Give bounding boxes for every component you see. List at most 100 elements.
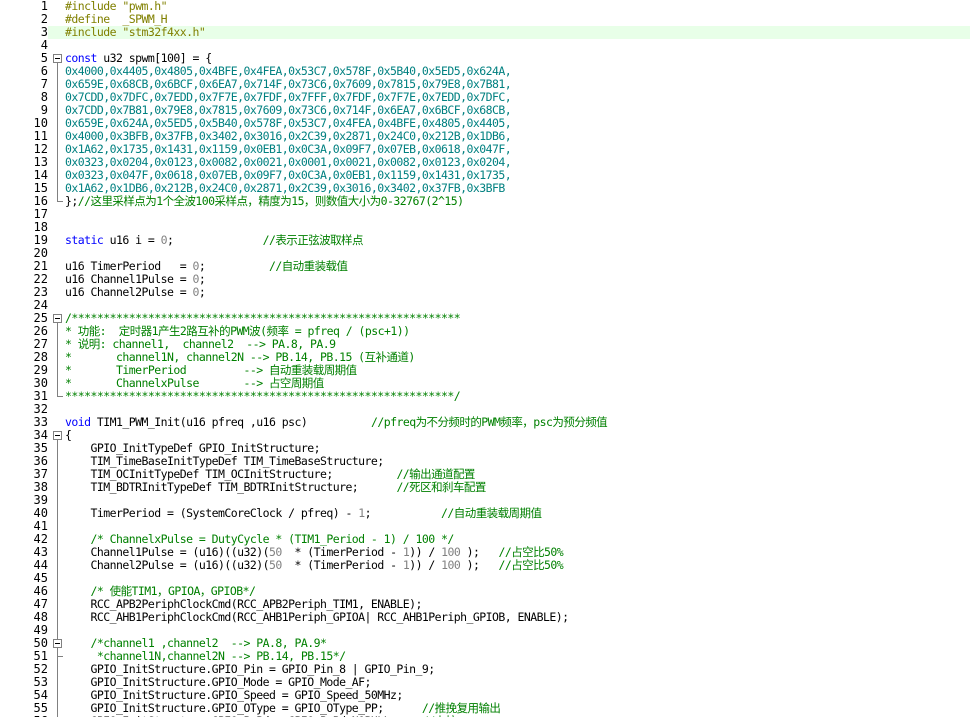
fold-gutter — [52, 117, 64, 130]
code-line[interactable]: 44 Channel2Pulse = (u16)((u32)(50 * (Tim… — [0, 559, 970, 572]
fold-gutter — [52, 650, 64, 663]
code-token: GPIO_InitStructure.GPIO_OType = GPIO_OTy… — [65, 701, 422, 715]
fold-collapse-icon[interactable] — [53, 54, 62, 63]
code-token: //这里采样点为1个全波100采样点，精度为15，则数值大小为0-32767(2… — [77, 194, 464, 208]
fold-gutter — [52, 156, 64, 169]
fold-gutter — [52, 130, 64, 143]
fold-gutter — [52, 468, 64, 481]
fold-gutter — [52, 663, 64, 676]
code-token: ****************************************… — [65, 389, 461, 403]
fold-gutter — [52, 494, 64, 507]
fold-gutter — [52, 442, 64, 455]
fold-gutter — [52, 351, 64, 364]
fold-gutter — [52, 234, 64, 247]
fold-gutter — [52, 377, 64, 390]
fold-gutter — [52, 520, 64, 533]
fold-gutter — [52, 702, 64, 715]
code-line[interactable]: 38 TIM_BDTRInitTypeDef TIM_BDTRInitStruc… — [0, 481, 970, 494]
code-line[interactable]: 31 **************************************… — [0, 390, 970, 403]
code-token: * channel1N, channel2N --> PB.14, PB.15 … — [65, 350, 415, 364]
code-token: u16 TimerPeriod = — [65, 259, 193, 273]
fold-gutter — [52, 169, 64, 182]
code-token: RCC_APB2PeriphClockCmd(RCC_APB2Periph_TI… — [65, 597, 422, 611]
code-line[interactable]: 33 void TIM1_PWM_Init(u16 pfreq ,u16 psc)… — [0, 416, 970, 429]
code-token: //输出通道配置 — [396, 467, 475, 481]
code-token: 0x7CDD,0x7DFC,0x7EDD,0x7F7E,0x7FDF,0x7FF… — [65, 90, 512, 104]
fold-gutter — [52, 338, 64, 351]
code-token: * ChannelxPulse --> 占空周期值 — [65, 376, 324, 390]
fold-gutter — [52, 182, 64, 195]
code-text: ****************************************… — [65, 389, 461, 403]
fold-gutter — [52, 429, 64, 442]
code-token: 0x7CDD,0x7B81,0x79E8,0x7815,0x7609,0x73C… — [65, 103, 512, 117]
fold-gutter — [52, 78, 64, 91]
code-line[interactable]: 17 — [0, 208, 970, 221]
code-editor[interactable]: 1 #include "pwm.h" 2 #define _SPWM_H 3 #inclu… — [0, 0, 970, 717]
fold-gutter — [52, 104, 64, 117]
code-token: 0x659E,0x624A,0x5ED5,0x5B40,0x578F,0x53C… — [65, 116, 512, 130]
code-token: Channel2Pulse = (u16)((u32)( — [65, 558, 269, 572]
fold-gutter — [52, 455, 64, 468]
fold-gutter — [52, 273, 64, 286]
code-token: ); — [460, 545, 499, 559]
fold-collapse-icon[interactable] — [53, 431, 62, 440]
code-text: RCC_AHB1PeriphClockCmd(RCC_AHB1Periph_GP… — [65, 611, 569, 624]
fold-gutter — [52, 325, 64, 338]
code-token: GPIO_InitStructure.GPIO_Speed = GPIO_Spe… — [65, 688, 403, 702]
fold-gutter — [52, 39, 64, 52]
code-token: }; — [65, 194, 78, 208]
code-text: Channel2Pulse = (u16)((u32)(50 * (TimerP… — [65, 559, 563, 572]
code-token: { — [65, 428, 72, 442]
code-line[interactable]: 48 RCC_AHB1PeriphClockCmd(RCC_AHB1Periph… — [0, 611, 970, 624]
code-token: u32 spwm[100] = { — [96, 51, 212, 65]
code-token: * (TimerPeriod - — [281, 558, 403, 572]
code-token: #include — [65, 25, 123, 39]
code-token: ; — [198, 272, 206, 286]
code-token: TimerPeriod = (SystemCoreClock / pfreq) … — [65, 506, 359, 520]
code-token: TIM1_PWM_Init(u16 pfreq ,u16 psc) — [90, 415, 371, 429]
fold-gutter — [52, 143, 64, 156]
code-line[interactable]: 19 static u16 i = 0; //表示正弦波取样点 — [0, 234, 970, 247]
code-line[interactable]: 3 #include "stm32f4xx.h" — [0, 26, 970, 39]
code-token: )) / — [409, 558, 442, 572]
code-token: * 说明: channel1, channel2 --> PA.8, PA.9 — [65, 337, 336, 351]
fold-collapse-icon[interactable] — [53, 314, 62, 323]
code-token: //推挽复用输出 — [421, 701, 501, 715]
code-token: GPIO_InitStructure.GPIO_Pin = GPIO_Pin_8… — [65, 662, 435, 676]
code-text: static u16 i = 0; //表示正弦波取样点 — [65, 233, 364, 247]
code-token: 50 — [268, 558, 282, 572]
code-token: ); — [460, 558, 499, 572]
code-token: //占空比50% — [498, 558, 564, 572]
code-token: Channel1Pulse = (u16)((u32)( — [65, 545, 269, 559]
fold-gutter — [52, 13, 64, 26]
fold-gutter — [52, 390, 64, 403]
code-text: u16 Channel2Pulse = 0; — [65, 286, 206, 299]
fold-gutter — [52, 559, 64, 572]
code-token: * 功能: 定时器1产生2路互补的PWM波(频率 = pfreq / (psc+… — [65, 324, 410, 338]
fold-gutter — [52, 624, 64, 637]
fold-gutter — [52, 403, 64, 416]
fold-collapse-icon[interactable] — [53, 639, 62, 648]
code-line[interactable]: 16};//这里采样点为1个全波100采样点，精度为15，则数值大小为0-327… — [0, 195, 970, 208]
fold-gutter — [52, 312, 64, 325]
code-token: /* ChannelxPulse = DutyCycle * (TIM1_Per… — [65, 532, 454, 546]
fold-gutter — [52, 507, 64, 520]
code-text: };//这里采样点为1个全波100采样点，精度为15，则数值大小为0-32767… — [65, 194, 464, 208]
code-token: * (TimerPeriod - — [281, 545, 403, 559]
code-text: void TIM1_PWM_Init(u16 pfreq ,u16 psc) /… — [65, 415, 608, 429]
fold-gutter — [52, 247, 64, 260]
fold-gutter — [52, 260, 64, 273]
code-token: //自动重装载值 — [268, 259, 348, 273]
fold-gutter — [52, 299, 64, 312]
code-token: //死区和刹车配置 — [396, 480, 486, 494]
code-token: const — [65, 51, 97, 65]
code-token: 100 — [441, 545, 461, 559]
code-token: * TimerPeriod --> 自动重装载周期值 — [65, 363, 357, 377]
code-token: //占空比50% — [498, 545, 564, 559]
fold-gutter — [52, 52, 64, 65]
code-line[interactable]: 23 u16 Channel2Pulse = 0; — [0, 286, 970, 299]
code-line[interactable]: 40 TimerPeriod = (SystemCoreClock / pfre… — [0, 507, 970, 520]
code-token: //表示正弦波取样点 — [262, 233, 364, 247]
code-token: ; — [364, 506, 442, 520]
code-token: 0x4000,0x3BFB,0x37FB,0x3402,0x3016,0x2C3… — [65, 129, 512, 143]
